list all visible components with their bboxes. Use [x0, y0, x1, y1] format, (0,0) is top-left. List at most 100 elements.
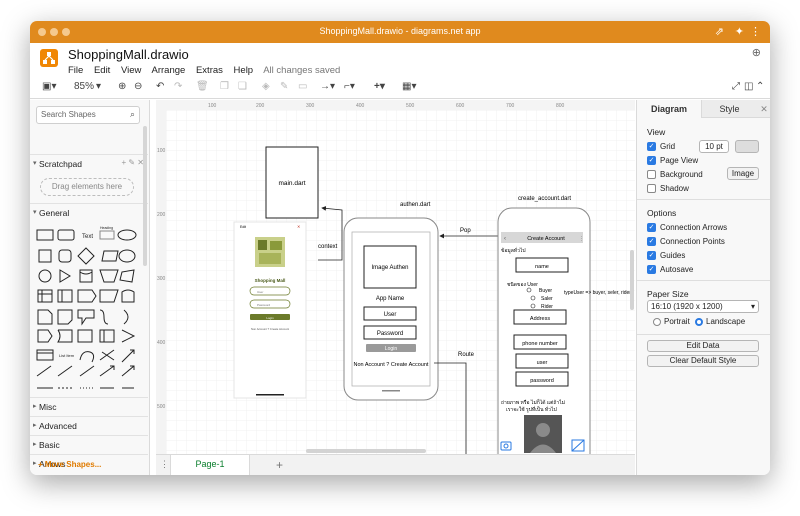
shopping-mall-preview[interactable]: Edit ✕ Shopping Mall User Password Login…: [233, 221, 307, 399]
tab-diagram[interactable]: Diagram: [637, 100, 701, 118]
autosave-checkbox[interactable]: ✓: [647, 265, 656, 274]
name-label: name: [535, 264, 549, 270]
main-dart-label: main.dart: [278, 180, 305, 187]
scratchpad-section[interactable]: ▾ Scratchpad + ✎ ✕: [30, 154, 148, 172]
to-back-icon[interactable]: ❏: [238, 81, 247, 92]
zoom-dropdown-icon[interactable]: ▾: [96, 81, 101, 92]
create-account-title: create_account.dart: [518, 196, 571, 202]
format-panel-icon[interactable]: ◫: [744, 81, 753, 92]
portrait-label: Portrait: [664, 317, 690, 326]
grid-size-input[interactable]: 10 pt: [699, 140, 729, 153]
user-input-label: user: [537, 360, 548, 366]
tab-style[interactable]: Style: [701, 100, 757, 118]
chevron-down-icon: ▾: [750, 302, 755, 311]
drawing-canvas[interactable]: 100 200 300 400 500 600 700 800 100 200 …: [156, 100, 635, 454]
image-authen-label: Image Authen: [371, 265, 408, 271]
close-panel-icon[interactable]: ✕: [757, 100, 770, 118]
edit-data-button[interactable]: Edit Data: [647, 340, 759, 352]
connection-arrows-checkbox[interactable]: ✓: [647, 223, 656, 232]
general-label: General: [39, 208, 70, 218]
menu-edit[interactable]: Edit: [94, 65, 110, 76]
menu-arrange[interactable]: Arrange: [152, 65, 186, 76]
general-shapes-grid[interactable]: Text Heading List Item: [34, 224, 142, 392]
ruler-y-400: 400: [157, 340, 166, 346]
buyer-option[interactable]: Buyer: [539, 288, 552, 294]
undo-icon[interactable]: ↶: [156, 81, 164, 92]
fullscreen-icon[interactable]: ⤢: [732, 81, 740, 92]
pages-menu-icon[interactable]: ⋮: [160, 459, 169, 470]
create-account-appbar: Create Account: [527, 236, 565, 242]
divider: [637, 199, 770, 200]
search-icon[interactable]: ⌕: [130, 109, 135, 120]
scratchpad-drop-zone[interactable]: Drag elements here: [40, 178, 134, 196]
diagram-svg[interactable]: 100 200 300 400 500 600 700 800 100 200 …: [156, 100, 635, 454]
kebab-menu-icon[interactable]: ⋮: [750, 25, 761, 38]
zoom-out-icon[interactable]: ⊖: [134, 81, 142, 92]
page-view-checkbox[interactable]: ✓: [647, 156, 656, 165]
line-color-icon[interactable]: ✎: [280, 81, 288, 92]
menu-view[interactable]: View: [121, 65, 141, 76]
connection-points-checkbox[interactable]: ✓: [647, 237, 656, 246]
waypoints-icon[interactable]: ⌐▾: [344, 81, 355, 92]
chevron-right-icon: ▸: [33, 422, 37, 429]
photo-note-2: เราจะใช้ รูปที่เป็น ทั่วไป: [506, 405, 557, 413]
window-title: ShoppingMall.drawio - diagrams.net app: [319, 26, 481, 36]
background-checkbox[interactable]: [647, 170, 656, 179]
background-image-button[interactable]: Image: [727, 167, 759, 180]
clear-default-style-button[interactable]: Clear Default Style: [647, 355, 759, 367]
to-front-icon[interactable]: ❐: [220, 81, 229, 92]
language-globe-icon[interactable]: ⊕: [752, 46, 761, 59]
canvas-vertical-scrollbar[interactable]: [630, 250, 634, 310]
fill-color-icon[interactable]: ◈: [262, 81, 270, 92]
shadow-checkbox[interactable]: [647, 184, 656, 193]
rider-option[interactable]: Rider: [541, 304, 553, 310]
shadow-icon[interactable]: ▭: [298, 81, 307, 92]
misc-section[interactable]: ▸ Misc: [30, 397, 148, 415]
close-icon[interactable]: ✕: [297, 224, 300, 229]
connection-style-icon[interactable]: →▾: [320, 81, 335, 92]
more-shapes-link[interactable]: + More Shapes...: [38, 460, 101, 469]
ruler-x-600: 600: [456, 103, 465, 109]
paper-size-select[interactable]: 16:10 (1920 x 1200) ▾: [647, 300, 759, 313]
sidebar-scrollbar[interactable]: [143, 126, 147, 266]
collapse-icon[interactable]: ⌃: [756, 81, 764, 92]
zoom-level[interactable]: 85%: [74, 81, 94, 92]
search-shapes-input[interactable]: Search Shapes ⌕: [36, 106, 140, 124]
shop-edit-text: Edit: [240, 225, 246, 229]
extensions-icon[interactable]: ✦: [735, 25, 744, 38]
menu-help[interactable]: Help: [234, 65, 254, 76]
chevron-down-icon: ▾: [33, 209, 37, 216]
redo-icon[interactable]: ↷: [174, 81, 182, 92]
add-page-icon[interactable]: +: [276, 458, 283, 472]
zoom-in-icon[interactable]: ⊕: [118, 81, 126, 92]
advanced-section[interactable]: ▸ Advanced: [30, 416, 148, 434]
type-user-note: typeUser => buyer, seler, rider: [564, 290, 631, 296]
grid-checkbox[interactable]: ✓: [647, 142, 656, 151]
route-label: Route: [458, 352, 475, 358]
basic-section[interactable]: ▸ Basic: [30, 435, 148, 453]
table-icon[interactable]: ▦▾: [402, 81, 416, 92]
general-section[interactable]: ▾ General: [30, 203, 148, 221]
general-info-label: ข้อมูลทั่วไป: [501, 247, 526, 254]
guides-checkbox[interactable]: ✓: [647, 251, 656, 260]
ruler-x-500: 500: [406, 103, 415, 109]
password-label: Password: [377, 331, 403, 337]
format-panel-toggle-icon[interactable]: ▣▾: [42, 81, 56, 92]
login-label: Login: [385, 346, 397, 352]
page-tab-1[interactable]: Page-1: [170, 455, 250, 475]
landscape-radio[interactable]: [695, 318, 703, 326]
canvas-horizontal-scrollbar[interactable]: [306, 449, 426, 453]
delete-icon[interactable]: 🗑: [196, 81, 209, 92]
menu-file[interactable]: File: [68, 65, 83, 76]
grid-color-swatch[interactable]: [735, 140, 759, 153]
insert-icon[interactable]: +▾: [374, 81, 385, 92]
share-icon[interactable]: ⇗: [715, 25, 724, 38]
portrait-radio[interactable]: [653, 318, 661, 326]
menu-extras[interactable]: Extras: [196, 65, 223, 76]
menu-dots-icon[interactable]: ⋮: [579, 236, 584, 242]
back-arrow-icon[interactable]: ‹: [504, 236, 506, 242]
saler-option[interactable]: Saler: [541, 296, 553, 302]
file-name[interactable]: ShoppingMall.drawio: [68, 47, 189, 62]
scratchpad-actions-icon[interactable]: + ✎ ✕: [121, 158, 144, 167]
ruler-x-800: 800: [556, 103, 565, 109]
